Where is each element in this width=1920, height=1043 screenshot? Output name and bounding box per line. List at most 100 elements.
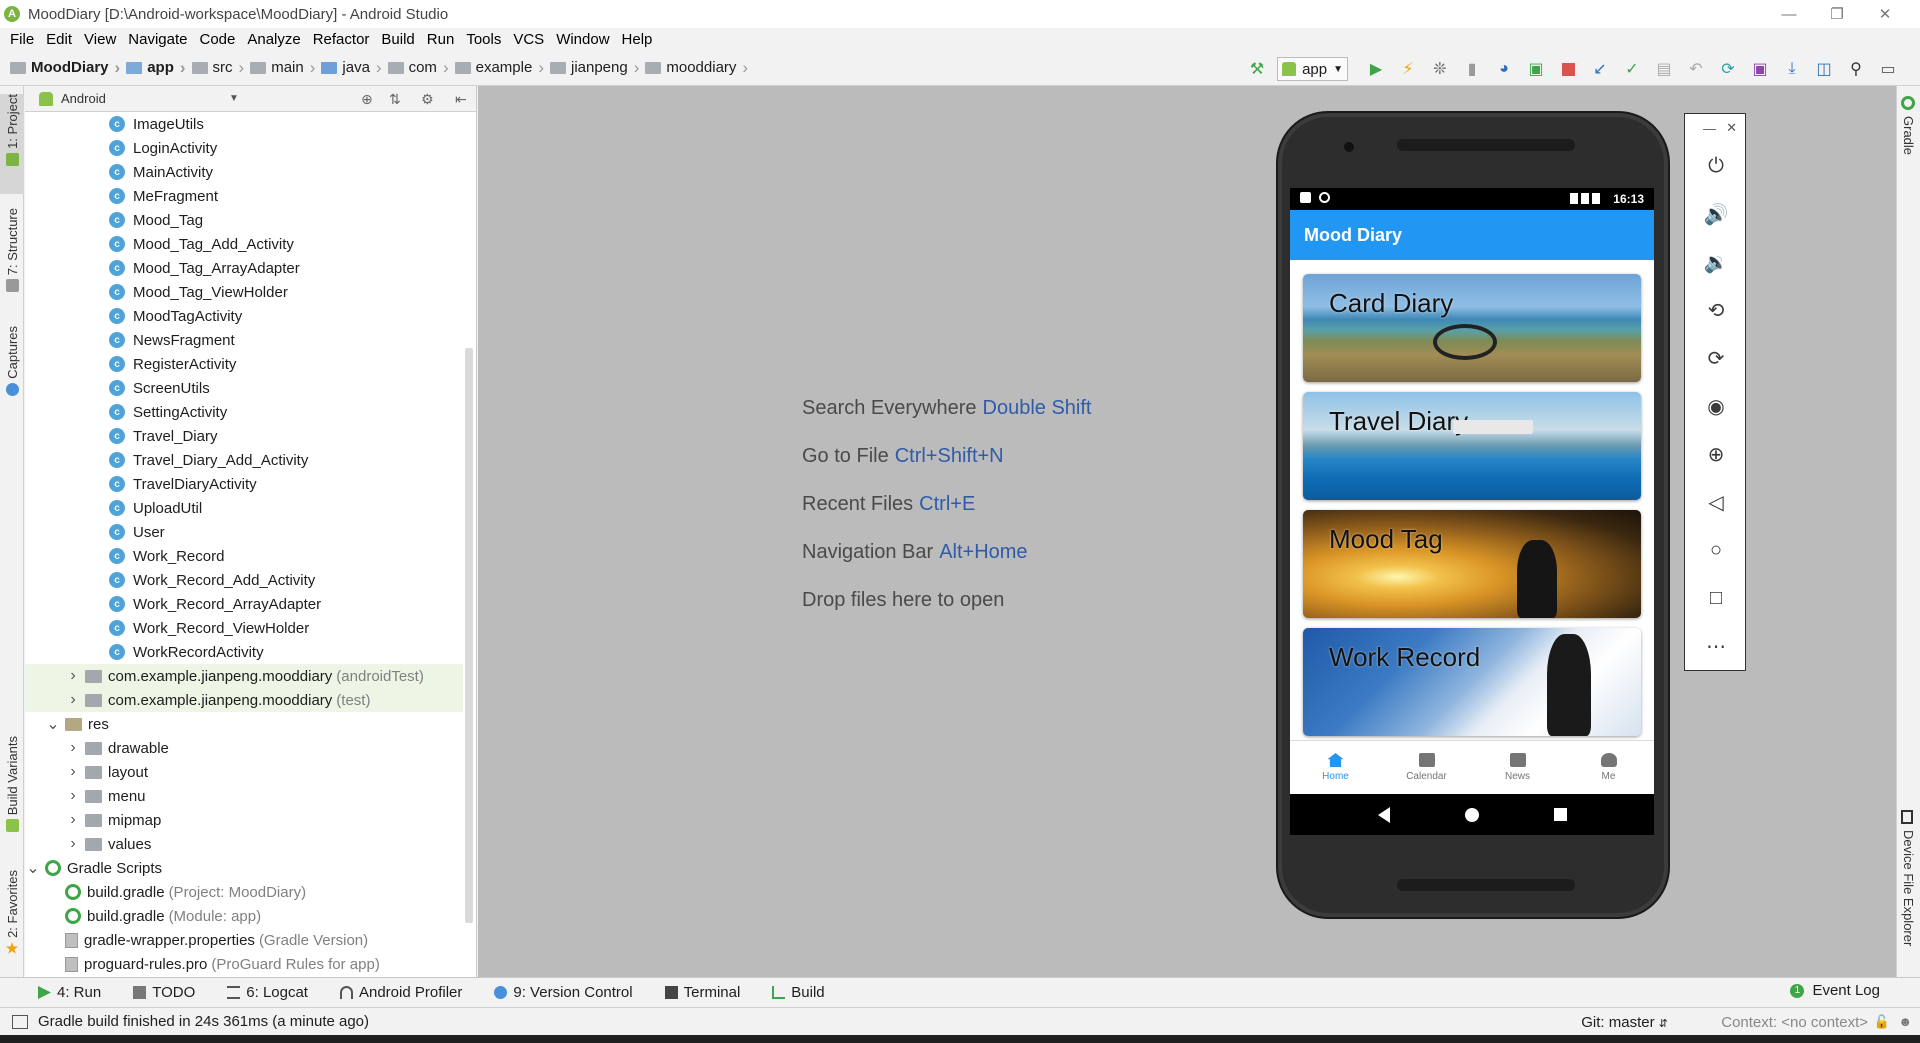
tree-class-item[interactable]: c Mood_Tag_ViewHolder	[25, 280, 463, 304]
tool-todo[interactable]: TODO	[133, 984, 195, 1001]
run-configuration-select[interactable]: app ▼	[1277, 57, 1348, 81]
more-icon[interactable]: ⋯	[1685, 622, 1747, 670]
git-branch-widget[interactable]: Git: master ⇵	[1581, 1014, 1668, 1031]
volume-up-icon[interactable]: 🔊	[1685, 190, 1747, 238]
close-button[interactable]: ✕	[1862, 0, 1908, 28]
tree-class-item[interactable]: c SettingActivity	[25, 400, 463, 424]
tab-favorites[interactable]: 2: Favorites	[0, 870, 24, 970]
collapse-all-icon[interactable]: ⇅	[389, 91, 401, 108]
chevron-right-icon[interactable]: ›	[65, 787, 81, 805]
menu-analyze[interactable]: Analyze	[241, 31, 306, 48]
back-icon[interactable]: ◁	[1685, 478, 1747, 526]
minimize-button[interactable]: —	[1766, 0, 1812, 28]
tree-class-item[interactable]: c Travel_Diary_Add_Activity	[25, 448, 463, 472]
run-tests-icon[interactable]: ▣	[1524, 57, 1548, 81]
volume-down-icon[interactable]: 🔉	[1685, 238, 1747, 286]
vcs-commit-icon[interactable]: ✓	[1620, 57, 1644, 81]
breadcrumb-main[interactable]: main ›	[250, 58, 321, 78]
tree-gradle-file[interactable]: build.gradle (Module: app)	[25, 904, 463, 928]
tree-class-item[interactable]: c WorkRecordActivity	[25, 640, 463, 664]
breadcrumb-com[interactable]: com ›	[387, 58, 455, 78]
menu-view[interactable]: View	[78, 31, 122, 48]
tree-gradle-file[interactable]: gradle-wrapper.properties (Gradle Version…	[25, 928, 463, 952]
chevron-right-icon[interactable]: ›	[65, 667, 81, 685]
recents-key-icon[interactable]	[1553, 808, 1567, 821]
tree-class-item[interactable]: c Mood_Tag	[25, 208, 463, 232]
back-key-icon[interactable]	[1377, 806, 1390, 823]
hide-panel-icon[interactable]: ⇤	[455, 91, 467, 108]
tree-res-subfolder[interactable]: › drawable	[25, 736, 463, 760]
avd-manager-icon[interactable]: ▣	[1748, 57, 1772, 81]
menu-vcs[interactable]: VCS	[507, 31, 550, 48]
project-tree-scrollbar[interactable]	[465, 348, 473, 923]
tree-class-item[interactable]: c LoginActivity	[25, 136, 463, 160]
debug-icon[interactable]: ❊	[1428, 57, 1452, 81]
attach-debugger-icon[interactable]: ◕	[1492, 57, 1516, 81]
event-log-button[interactable]: 1 Event Log	[1790, 982, 1880, 999]
menu-tools[interactable]: Tools	[460, 31, 507, 48]
menu-file[interactable]: File	[4, 31, 40, 48]
search-icon[interactable]: ⚲	[1844, 57, 1868, 81]
tool-build[interactable]: Build	[772, 984, 825, 1001]
tree-class-item[interactable]: c User	[25, 520, 463, 544]
tab-build-variants[interactable]: Build Variants	[0, 736, 24, 856]
tree-gradle-scripts[interactable]: ⌄ Gradle Scripts	[25, 856, 463, 880]
chevron-down-icon[interactable]: ⌄	[45, 714, 61, 734]
tool-logcat[interactable]: 6: Logcat	[227, 984, 308, 1001]
chevron-right-icon[interactable]: ›	[65, 763, 81, 781]
tree-class-item[interactable]: c Work_Record_ViewHolder	[25, 616, 463, 640]
context-widget[interactable]: Context: <no context>	[1721, 1014, 1868, 1031]
tree-class-item[interactable]: c MeFragment	[25, 184, 463, 208]
breadcrumb-project[interactable]: MoodDiary ›	[10, 58, 126, 78]
nav-me[interactable]: Me	[1563, 741, 1654, 794]
profile-icon[interactable]: ▮	[1460, 57, 1484, 81]
menu-edit[interactable]: Edit	[40, 31, 78, 48]
chevron-right-icon[interactable]: ›	[65, 739, 81, 757]
tree-class-item[interactable]: c Work_Record_ArrayAdapter	[25, 592, 463, 616]
tree-class-item[interactable]: c ScreenUtils	[25, 376, 463, 400]
menu-window[interactable]: Window	[550, 31, 615, 48]
tree-package-item[interactable]: › com.example.jianpeng.mooddiary (test)	[25, 688, 463, 712]
project-structure-icon[interactable]: ◫	[1812, 57, 1836, 81]
menu-code[interactable]: Code	[193, 31, 241, 48]
tab-gradle[interactable]: Gradle	[1901, 116, 1916, 159]
menu-help[interactable]: Help	[616, 31, 659, 48]
status-message[interactable]: Gradle build finished in 24s 361ms (a mi…	[38, 1013, 369, 1030]
tree-class-item[interactable]: c UploadUtil	[25, 496, 463, 520]
card-diary-card[interactable]: Card Diary	[1303, 274, 1641, 382]
minimize-icon[interactable]: —	[1703, 121, 1716, 136]
apply-changes-icon[interactable]: ⚡	[1396, 57, 1420, 81]
chevron-right-icon[interactable]: ›	[65, 811, 81, 829]
tool-run[interactable]: 4: Run	[38, 984, 101, 1001]
lock-icon[interactable]: 🔓	[1874, 1014, 1890, 1030]
nav-news[interactable]: News	[1472, 741, 1563, 794]
tree-res-subfolder[interactable]: › layout	[25, 760, 463, 784]
tree-res-folder[interactable]: ⌄ res	[25, 712, 463, 736]
travel-diary-card[interactable]: Travel Diary	[1303, 392, 1641, 500]
work-record-card[interactable]: Work Record	[1303, 628, 1641, 736]
tool-android-profiler[interactable]: Android Profiler	[339, 984, 462, 1001]
tool-version-control[interactable]: 9: Version Control	[494, 984, 633, 1001]
overview-icon[interactable]: □	[1685, 574, 1747, 622]
menu-run[interactable]: Run	[421, 31, 461, 48]
zoom-icon[interactable]: ⊕	[1685, 430, 1747, 478]
sync-gradle-icon[interactable]: ⟳	[1716, 57, 1740, 81]
tree-class-item[interactable]: c TravelDiaryActivity	[25, 472, 463, 496]
tree-class-item[interactable]: c NewsFragment	[25, 328, 463, 352]
tab-device-file-explorer[interactable]: Device File Explorer	[1901, 830, 1916, 950]
restore-button[interactable]: ❐	[1814, 0, 1860, 28]
breadcrumb-app[interactable]: app ›	[126, 58, 191, 78]
scroll-from-source-icon[interactable]: ⊕	[361, 91, 373, 108]
breadcrumb-java[interactable]: java ›	[321, 58, 387, 78]
tab-project[interactable]: 1: Project	[0, 94, 24, 194]
sdk-manager-icon[interactable]: ⤓	[1780, 57, 1804, 81]
tree-class-item[interactable]: c MoodTagActivity	[25, 304, 463, 328]
mood-tag-card[interactable]: Mood Tag	[1303, 510, 1641, 618]
tree-class-item[interactable]: c Work_Record_Add_Activity	[25, 568, 463, 592]
project-view-mode[interactable]: Android	[61, 91, 106, 106]
screenshot-camera-icon[interactable]: ◉	[1685, 382, 1747, 430]
tree-package-item[interactable]: › com.example.jianpeng.mooddiary (androidT…	[25, 664, 463, 688]
home-key-icon[interactable]	[1464, 807, 1479, 822]
tree-class-item[interactable]: c Work_Record	[25, 544, 463, 568]
tool-terminal[interactable]: Terminal	[664, 984, 740, 1001]
